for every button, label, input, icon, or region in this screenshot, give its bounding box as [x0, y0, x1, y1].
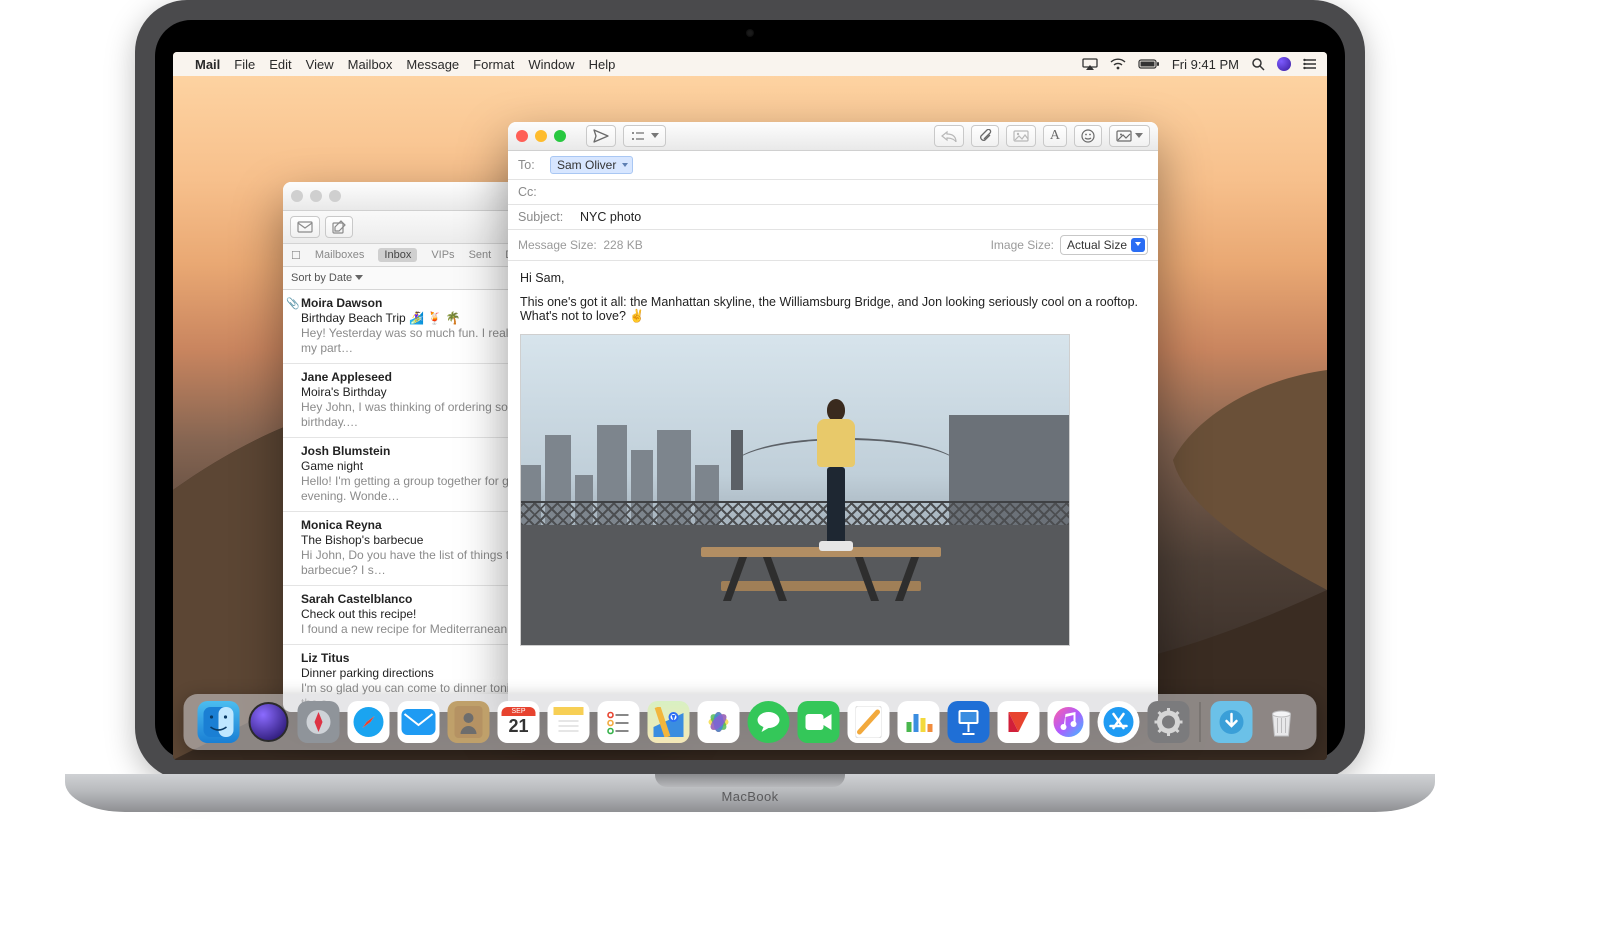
- dock-notes[interactable]: [548, 701, 590, 743]
- dock-launchpad[interactable]: [298, 701, 340, 743]
- send-button[interactable]: [586, 125, 616, 147]
- close-button[interactable]: [291, 190, 303, 202]
- camera-dot: [746, 29, 754, 37]
- desktop: Mail File Edit View Mailbox Message Form…: [173, 52, 1327, 760]
- close-button[interactable]: [516, 130, 528, 142]
- notification-center-icon[interactable]: [1303, 58, 1317, 70]
- menu-help[interactable]: Help: [589, 57, 616, 72]
- person-graphic: [811, 399, 861, 549]
- fav-vips[interactable]: VIPs: [431, 249, 454, 261]
- message-body[interactable]: Hi Sam, This one's got it all: the Manha…: [508, 261, 1158, 656]
- dock-trash[interactable]: [1261, 701, 1303, 743]
- dock-reminders[interactable]: [598, 701, 640, 743]
- menubar-clock[interactable]: Fri 9:41 PM: [1172, 57, 1239, 72]
- bench-graphic: [701, 547, 941, 617]
- battery-icon[interactable]: [1138, 58, 1160, 70]
- body-text: This one's got it all: the Manhattan sky…: [520, 295, 1146, 324]
- compose-titlebar[interactable]: A: [508, 122, 1158, 151]
- dock-news[interactable]: [998, 701, 1040, 743]
- menu-format[interactable]: Format: [473, 57, 514, 72]
- to-label: To:: [518, 158, 542, 172]
- menu-edit[interactable]: Edit: [269, 57, 291, 72]
- dock-safari[interactable]: [348, 701, 390, 743]
- minimize-button[interactable]: [310, 190, 322, 202]
- dock-contacts[interactable]: [448, 701, 490, 743]
- dock-numbers[interactable]: [898, 701, 940, 743]
- airplay-icon[interactable]: [1082, 58, 1098, 70]
- dock: SEP21: [184, 694, 1317, 750]
- dock-facetime[interactable]: [798, 701, 840, 743]
- attach-button[interactable]: [971, 125, 999, 147]
- dock-downloads[interactable]: [1211, 701, 1253, 743]
- cc-label: Cc:: [518, 185, 542, 199]
- zoom-button[interactable]: [329, 190, 341, 202]
- wifi-icon[interactable]: [1110, 58, 1126, 70]
- dock-itunes[interactable]: [1048, 701, 1090, 743]
- attached-photo[interactable]: [520, 334, 1070, 646]
- attachment-icon: 📎: [286, 297, 300, 310]
- header-fields-button[interactable]: [623, 125, 666, 147]
- compose-window: A To: Sam Oliver Cc: Subject: NYC photo …: [508, 122, 1158, 712]
- image-size-label: Image Size:: [991, 238, 1054, 252]
- macbook-base: MacBook: [65, 774, 1435, 812]
- spotlight-icon[interactable]: [1251, 57, 1265, 71]
- image-size-select[interactable]: Actual Size: [1060, 235, 1148, 255]
- menu-file[interactable]: File: [234, 57, 255, 72]
- cc-field-row[interactable]: Cc:: [508, 180, 1158, 205]
- menu-message[interactable]: Message: [406, 57, 459, 72]
- dock-maps[interactable]: [648, 701, 690, 743]
- minimize-button[interactable]: [535, 130, 547, 142]
- body-greeting: Hi Sam,: [520, 271, 1146, 285]
- dock-photos[interactable]: [698, 701, 740, 743]
- get-mail-button[interactable]: [290, 216, 320, 238]
- dock-pages[interactable]: [848, 701, 890, 743]
- format-button[interactable]: A: [1043, 125, 1067, 147]
- fav-inbox[interactable]: Inbox: [378, 248, 417, 262]
- siri-icon[interactable]: [1277, 57, 1291, 71]
- dock-siri[interactable]: [248, 701, 290, 743]
- message-size: Message Size: 228 KB: [518, 238, 643, 252]
- subject-label: Subject:: [518, 210, 572, 224]
- macbook-label: MacBook: [65, 789, 1435, 804]
- dock-finder[interactable]: [198, 701, 240, 743]
- to-field-row[interactable]: To: Sam Oliver: [508, 151, 1158, 180]
- menubar: Mail File Edit View Mailbox Message Form…: [173, 52, 1327, 76]
- emoji-button[interactable]: [1074, 125, 1102, 147]
- recipient-pill[interactable]: Sam Oliver: [550, 156, 633, 174]
- dock-keynote[interactable]: [948, 701, 990, 743]
- dock-system-preferences[interactable]: [1148, 701, 1190, 743]
- dock-appstore[interactable]: [1098, 701, 1140, 743]
- dock-calendar[interactable]: SEP21: [498, 701, 540, 743]
- fav-mailboxes[interactable]: Mailboxes: [315, 249, 365, 261]
- menubar-app[interactable]: Mail: [195, 57, 220, 72]
- menu-window[interactable]: Window: [528, 57, 574, 72]
- new-message-button[interactable]: [325, 216, 353, 238]
- show-mailboxes-icon[interactable]: ☐: [291, 249, 301, 262]
- markup-button[interactable]: [1109, 125, 1150, 147]
- fav-sent[interactable]: Sent: [469, 249, 492, 261]
- photo-browser-button[interactable]: [1006, 125, 1036, 147]
- subject-value[interactable]: NYC photo: [580, 210, 641, 224]
- zoom-button[interactable]: [554, 130, 566, 142]
- menu-view[interactable]: View: [306, 57, 334, 72]
- dock-separator: [1200, 702, 1201, 742]
- reply-button[interactable]: [934, 125, 964, 147]
- menu-mailbox[interactable]: Mailbox: [348, 57, 393, 72]
- subject-field-row[interactable]: Subject: NYC photo: [508, 205, 1158, 230]
- dock-messages[interactable]: [748, 701, 790, 743]
- dock-mail[interactable]: [398, 701, 440, 743]
- sort-by-date[interactable]: Sort by Date: [291, 272, 363, 284]
